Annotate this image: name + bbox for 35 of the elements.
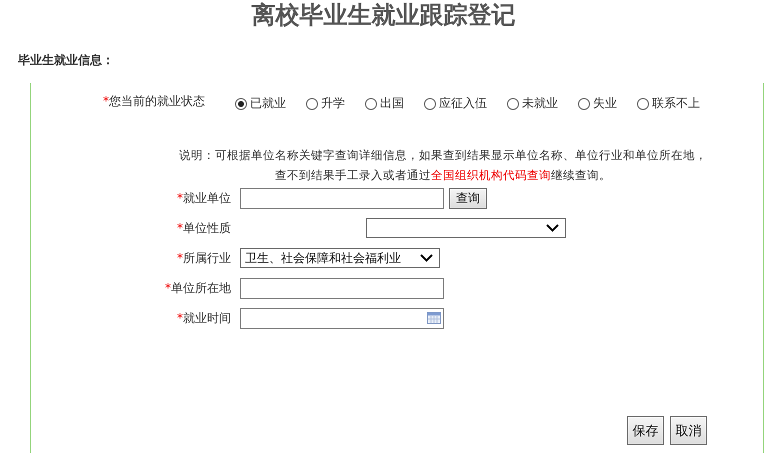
radio-option[interactable]: 出国 [365, 95, 404, 112]
field-label: 您当前的就业状态 [109, 94, 205, 108]
chevron-down-icon [420, 254, 433, 262]
section-heading: 毕业生就业信息： [18, 52, 115, 69]
field-label: 单位所在地 [171, 280, 231, 294]
input-field[interactable] [240, 278, 444, 298]
page-title: 离校毕业生就业跟踪登记 [250, 0, 516, 26]
instruction-text: 查不到结果手工录入或者通过全国组织机构代码查询继续查询。 [274, 167, 612, 184]
field-label: 就业单位 [183, 190, 231, 204]
dropdown[interactable]: 卫生、社会保障和社会福利业 [240, 248, 440, 268]
instruction-text: 说明：可根据单位名称关键字查询详细信息，如果查到结果显示单位名称、单位行业和单位所在地， [178, 147, 708, 164]
required-mark: * [177, 310, 183, 324]
calendar-icon [427, 312, 441, 324]
chevron-down-icon [546, 224, 559, 232]
required-mark: * [165, 280, 171, 294]
dropdown[interactable] [366, 218, 566, 238]
radio-option[interactable]: 联系不上 [637, 95, 700, 112]
action-button[interactable]: 取消 [670, 416, 707, 445]
field-label: 就业时间 [183, 310, 231, 324]
query-button[interactable]: 查询 [449, 188, 487, 208]
radio-option[interactable]: 失业 [578, 95, 617, 112]
radio-option[interactable]: 应征入伍 [424, 95, 487, 112]
field-label: 所属行业 [183, 250, 231, 264]
input-field[interactable] [240, 188, 444, 208]
required-mark: * [177, 190, 183, 204]
radio-option[interactable]: 未就业 [507, 95, 558, 112]
date-field[interactable] [240, 308, 444, 328]
action-button[interactable]: 保存 [627, 416, 664, 445]
required-mark: * [177, 250, 183, 264]
required-mark: * [177, 220, 183, 234]
radio-option[interactable]: 升学 [306, 95, 345, 112]
field-label: 单位性质 [183, 220, 231, 234]
radio-option[interactable]: 已就业 [235, 95, 286, 112]
required-mark: * [103, 94, 109, 108]
lookup-link[interactable]: 全国组织机构代码查询 [431, 168, 551, 182]
